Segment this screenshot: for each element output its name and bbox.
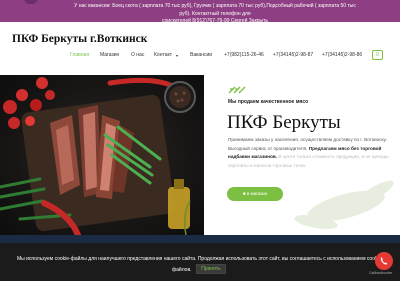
vacancy-line-1: У нас вакансии: Боец скота ( зарплата 70… xyxy=(74,3,356,17)
cookie-bar: Мы используем cookie-файлы для наилучшег… xyxy=(0,243,400,281)
phone-3[interactable]: +7(34145)2-98-86 xyxy=(322,52,362,58)
footer-band xyxy=(0,235,400,243)
vacancy-banner: У нас вакансии: Боец скота ( зарплата 70… xyxy=(0,0,400,24)
leaf-icon xyxy=(228,86,246,94)
callback-button[interactable] xyxy=(375,252,393,270)
nav-contact[interactable]: Контакт xyxy=(154,52,172,58)
phone-icon xyxy=(380,257,388,265)
nav-vacancies[interactable]: Вакансии xyxy=(190,52,212,58)
to-shop-label: в магазин xyxy=(246,191,268,196)
site-brand[interactable]: ПКФ Беркуты г.Воткинск xyxy=(12,33,147,45)
cart-count: 0 xyxy=(376,52,379,58)
site-header xyxy=(0,22,400,72)
hero-title: ПКФ Беркуты xyxy=(227,112,341,133)
cookie-accept-button[interactable]: Принять xyxy=(196,264,226,274)
chevron-down-icon: ▾ xyxy=(176,53,179,58)
nav-about[interactable]: О нас xyxy=(131,52,144,58)
logo-peek xyxy=(24,0,38,4)
hero-image xyxy=(0,75,204,235)
callback-label: Callbackhunter xyxy=(369,271,393,275)
cookie-text-2: файлов. xyxy=(172,267,192,273)
nav-home[interactable]: Главная xyxy=(70,52,89,58)
nav-shop[interactable]: Магазин xyxy=(100,52,119,58)
phone-2[interactable]: +7(34145)2-98-87 xyxy=(273,52,313,58)
to-shop-button[interactable]: ■ в магазин xyxy=(227,187,283,201)
herbs-decoration xyxy=(294,180,394,230)
cart-button[interactable]: 0 xyxy=(372,50,383,60)
cookie-text: Мы используем cookie-файлы для наилучшег… xyxy=(16,256,384,262)
phone-1[interactable]: +7(982)115-26-46 xyxy=(224,52,264,58)
hero-tagline: Мы продаем качественное мясо xyxy=(228,99,309,105)
meat-illustration xyxy=(0,75,204,235)
